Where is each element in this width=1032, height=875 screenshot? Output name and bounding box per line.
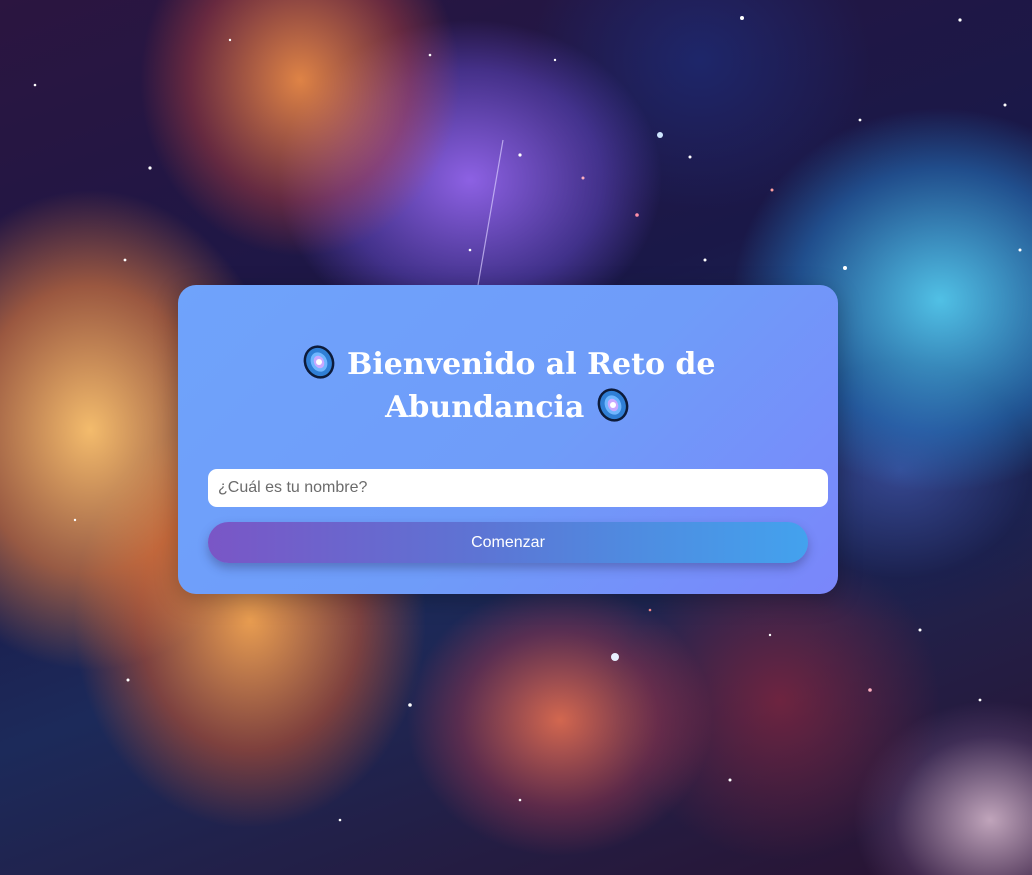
start-button[interactable]: Comenzar xyxy=(208,522,808,563)
galaxy-icon xyxy=(303,345,334,379)
title-line-1-row: Bienvenido al Reto de xyxy=(178,343,838,386)
welcome-title: Bienvenido al Reto de Abundancia xyxy=(178,343,838,429)
galaxy-icon xyxy=(597,388,629,422)
title-line-2-row: Abundancia xyxy=(178,386,838,429)
name-input[interactable] xyxy=(208,469,828,507)
title-line-1: Bienvenido al Reto de xyxy=(346,347,716,382)
welcome-card: Bienvenido al Reto de Abundancia Comenza… xyxy=(178,285,838,594)
title-line-2: Abundancia xyxy=(385,390,585,425)
